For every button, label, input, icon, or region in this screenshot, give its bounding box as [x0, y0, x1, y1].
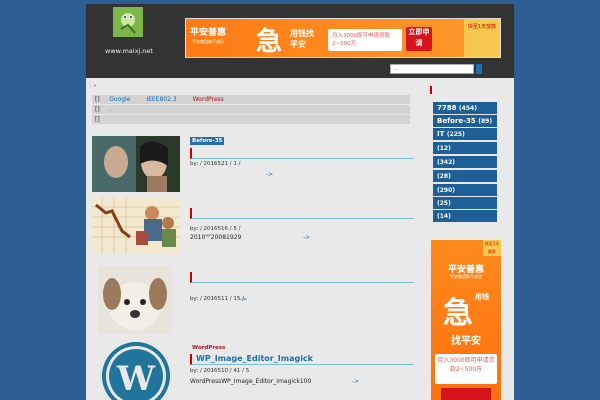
sidebar-tag[interactable]: 7788 (454) [433, 102, 497, 114]
ad-slogan: 找平安 [451, 336, 481, 347]
sidebar-tag[interactable]: (14) [433, 210, 497, 222]
ad-big-char: 急 [443, 296, 473, 331]
sidebar-tag[interactable]: (12) [433, 142, 497, 154]
post-thumbnail[interactable] [92, 136, 180, 192]
search-input[interactable]: ... [390, 64, 474, 74]
banner-apply-button[interactable]: 立即申请 [406, 27, 432, 51]
ad-sub: 平安集团旗下成员 [450, 274, 482, 279]
read-more-link[interactable]: -> [266, 171, 273, 178]
banner-tag: 快至1天放款 [464, 19, 500, 57]
tag-label: Before-35 [437, 117, 476, 125]
page-container: www.maixj.net 平安普惠 平安集团旗下成员 急 用钱找平安 月入30… [86, 4, 514, 400]
tag-label: 7788 [437, 104, 457, 112]
post-title[interactable] [190, 272, 414, 283]
tag-count: (290) [437, 187, 456, 194]
tag-count: (14) [437, 213, 451, 220]
post-item: Before-35 by: / 2016521 / 1 / -> [92, 136, 414, 196]
ad-mid: 用钱 [475, 293, 489, 301]
post-thumbnail[interactable] [92, 197, 180, 253]
notice-link-ieee[interactable]: IEEE802.3 [146, 96, 176, 103]
svg-text:W: W [116, 359, 156, 399]
search-button[interactable] [476, 64, 482, 74]
read-more-link[interactable]: -> [240, 296, 247, 303]
sidebar-tag[interactable]: (25) [433, 197, 497, 209]
banner-mid: 用钱找平安 [290, 29, 314, 49]
notice-link-wordpress[interactable]: WordPress [193, 96, 224, 103]
breadcrumb: : » [90, 83, 97, 89]
post-thumbnail[interactable] [98, 266, 172, 334]
post-excerpt: WordPressWP_Image_Editor_Imagick100 [190, 378, 312, 385]
sidebar-tag[interactable]: (290) [433, 184, 497, 196]
tag-count: (342) [437, 159, 456, 166]
sidebar-tag[interactable]: IT (225) [433, 128, 497, 140]
tag-count: (225) [446, 131, 465, 138]
ad-offer: 月入3000即可申请贷款2~500万 [435, 354, 497, 384]
post-meta: by: / 2016516 / 5 / [190, 226, 241, 232]
sidebar-marker [430, 86, 432, 94]
post-meta: by: / 2016510 / 41 / 5 [190, 368, 250, 374]
post-title[interactable] [190, 208, 414, 219]
post-item: W WordPress WP_Image_Editor_Imagick by: … [92, 340, 414, 400]
tag-count: (28) [437, 173, 451, 180]
post-meta: by: / 2016511 / 15 / [190, 296, 244, 302]
notice-bullet: [] [95, 116, 100, 123]
sidebar-tag[interactable]: (342) [433, 156, 497, 168]
read-more-link[interactable]: -> [303, 234, 310, 241]
banner-offer: 月入3000即可申请贷款2~500万 [328, 29, 402, 51]
tag-count: (89) [478, 118, 493, 125]
notice-board: [] Google IEEE802.3 WordPress [] . [] [92, 95, 410, 135]
post-excerpt: 2010""20081929 [190, 234, 242, 241]
banner-brand: 平安普惠 [190, 28, 227, 38]
sidebar-tag[interactable]: (28) [433, 170, 497, 182]
ad-apply-button[interactable] [441, 388, 491, 400]
read-more-link[interactable]: -> [352, 378, 359, 385]
post-item: by: / 2016516 / 5 / 2010""20081929 -> [92, 197, 414, 257]
tag-label: IT [437, 130, 445, 138]
sidebar-ad-banner[interactable]: 快至1天放款 平安普惠 平安集团旗下成员 急 用钱 找平安 月入3000即可申请… [431, 240, 501, 400]
post-category[interactable]: Before-35 [190, 137, 225, 145]
site-url[interactable]: www.maixj.net [86, 47, 172, 55]
ad-tag: 快至1天放款 [483, 240, 501, 256]
post-item: by: / 2016511 / 15 / -> [92, 266, 414, 336]
notice-row: [] Google IEEE802.3 WordPress [92, 95, 410, 104]
frog-logo-icon[interactable] [113, 7, 143, 37]
site-header: www.maixj.net 平安普惠 平安集团旗下成员 急 用钱找平安 月入30… [86, 4, 514, 78]
notice-link-google[interactable]: Google [109, 96, 130, 103]
post-meta: by: / 2016521 / 1 / [190, 161, 241, 167]
notice-bullet: [] [95, 96, 100, 103]
sidebar-tag[interactable]: Before-35 (89) [433, 115, 497, 127]
wordpress-logo-thumbnail[interactable]: W [92, 340, 180, 400]
notice-link[interactable]: . [109, 106, 111, 113]
post-title[interactable]: WP_Image_Editor_Imagick [190, 354, 414, 365]
banner-big-char: 急 [256, 27, 283, 57]
notice-row: [] . [92, 105, 410, 114]
post-title[interactable] [190, 148, 414, 159]
notice-bullet: [] [95, 106, 100, 113]
post-category[interactable]: WordPress [190, 344, 227, 352]
tag-count: (454) [458, 105, 477, 112]
notice-row: [] [92, 115, 410, 124]
tag-count: (12) [437, 145, 451, 152]
top-ad-banner[interactable]: 平安普惠 平安集团旗下成员 急 用钱找平安 月入3000即可申请贷款2~500万… [185, 18, 501, 58]
banner-sub: 平安集团旗下成员 [192, 39, 224, 44]
tag-count: (25) [437, 200, 451, 207]
